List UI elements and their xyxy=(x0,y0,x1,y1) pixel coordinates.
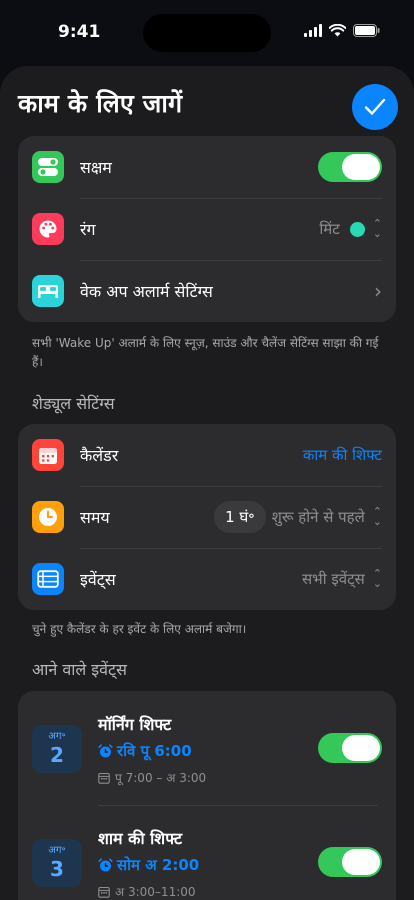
event-time: पू 7:00 – अ 3:00 xyxy=(98,769,206,786)
events-row[interactable]: इवेंट्स सभी इवेंट्स ⌃ ⌄ xyxy=(18,548,396,610)
general-settings-group: सक्षम रंग मिंट ⌃ ⌄ वेक अप अलार्म सेटिंग्स… xyxy=(18,136,396,322)
schedule-settings-group: कैलेंडर काम की शिफ्ट समय 1 घं॰ शुरू होने… xyxy=(18,424,396,610)
hours-offset-pill[interactable]: 1 घं॰ xyxy=(214,501,266,533)
battery-icon xyxy=(353,24,380,37)
color-value: मिंट ⌃ ⌄ xyxy=(319,217,382,240)
event-title: मॉर्निंग शिफ्ट xyxy=(98,715,172,734)
wakeup-footnote: सभी 'Wake Up' अलार्म के लिए स्नूज़, साउं… xyxy=(32,336,379,369)
event-alarm-text: रवि पू 6:00 xyxy=(117,742,192,760)
event-date-tile: अग॰ 3 xyxy=(32,839,82,887)
time-label: समय xyxy=(80,508,110,527)
done-button[interactable] xyxy=(352,84,398,130)
palette-icon xyxy=(32,213,64,245)
enabled-toggle[interactable] xyxy=(318,152,382,182)
chevron-right-icon: › xyxy=(374,279,382,303)
event-item[interactable]: अग॰ 2 मॉर्निंग शिफ्ट रवि पू 6:00 पू 7:00… xyxy=(18,691,396,805)
calendar-row[interactable]: कैलेंडर काम की शिफ्ट xyxy=(18,424,396,486)
event-time: अ 3:00–11:00 xyxy=(98,883,196,900)
calendar-icon xyxy=(32,439,64,471)
calendar-small-icon xyxy=(98,772,110,784)
sheet-title: काम के लिए जागें xyxy=(18,89,183,118)
status-bar: 9:41 xyxy=(0,0,414,64)
event-item[interactable]: अग॰ 3 शाम की शिफ्ट सोम अ 2:00 अ 3:00–11:… xyxy=(18,805,396,900)
events-value: सभी इवेंट्स ⌃ ⌄ xyxy=(302,567,382,590)
calendar-small-icon xyxy=(98,886,110,898)
status-icons xyxy=(304,24,380,37)
clock-icon xyxy=(32,501,64,533)
up-down-chevron-icon: ⌃ ⌄ xyxy=(372,567,382,590)
list-icon xyxy=(32,563,64,595)
upcoming-events-group: अग॰ 2 मॉर्निंग शिफ्ट रवि पू 6:00 पू 7:00… xyxy=(18,691,396,900)
color-value-text: मिंट xyxy=(319,220,340,238)
toggle-icon xyxy=(32,151,64,183)
wakeup-settings-row[interactable]: वेक अप अलार्म सेटिंग्स › xyxy=(18,260,396,322)
alarm-clock-icon xyxy=(98,743,113,757)
wakeup-settings-label: वेक अप अलार्म सेटिंग्स xyxy=(80,282,213,301)
event-title: शाम की शिफ्ट xyxy=(98,829,183,848)
calendar-value: काम की शिफ्ट xyxy=(302,446,382,464)
color-row[interactable]: रंग मिंट ⌃ ⌄ xyxy=(18,198,396,260)
up-down-chevron-icon: ⌃ ⌄ xyxy=(372,217,382,240)
color-label: रंग xyxy=(80,220,96,239)
event-time-text: अ 3:00–11:00 xyxy=(115,885,196,899)
dynamic-island xyxy=(143,14,271,52)
event-date-tile: अग॰ 2 xyxy=(32,725,82,773)
event-day: 2 xyxy=(50,743,64,767)
schedule-section-header: शेड्यूल सेटिंग्स xyxy=(32,394,115,413)
event-alarm: रवि पू 6:00 xyxy=(98,741,192,761)
enabled-row: सक्षम xyxy=(18,136,396,198)
time-value: 1 घं॰ शुरू होने से पहले ⌃ ⌄ xyxy=(214,501,382,533)
events-label: इवेंट्स xyxy=(80,570,116,589)
event-alarm-text: सोम अ 2:00 xyxy=(117,856,200,874)
events-value-text: सभी इवेंट्स xyxy=(302,570,365,588)
alarm-settings-sheet: काम के लिए जागें सक्षम रंग मिंट ⌃ ⌄ वेक … xyxy=(0,66,414,900)
enabled-label: सक्षम xyxy=(80,158,112,177)
status-time: 9:41 xyxy=(58,22,101,42)
calendar-label: कैलेंडर xyxy=(80,446,119,465)
event-toggle[interactable] xyxy=(318,733,382,763)
bed-icon xyxy=(32,275,64,307)
color-swatch xyxy=(349,221,365,237)
time-row[interactable]: समय 1 घं॰ शुरू होने से पहले ⌃ ⌄ xyxy=(18,486,396,548)
event-day: 3 xyxy=(50,857,64,881)
upcoming-section-header: आने वाले इवेंट्स xyxy=(32,660,127,679)
schedule-footnote: चुने हुए कैलेंडर के हर इवेंट के लिए अलार… xyxy=(32,622,247,636)
signal-icon xyxy=(304,24,322,37)
event-month: अग॰ xyxy=(48,845,66,856)
time-value-text: शुरू होने से पहले xyxy=(271,508,365,526)
up-down-chevron-icon: ⌃ ⌄ xyxy=(372,505,382,528)
event-alarm: सोम अ 2:00 xyxy=(98,855,199,875)
wifi-icon xyxy=(329,24,346,37)
alarm-clock-icon xyxy=(98,857,113,871)
event-time-text: पू 7:00 – अ 3:00 xyxy=(115,771,207,785)
event-month: अग॰ xyxy=(48,731,66,742)
checkmark-icon xyxy=(364,98,386,115)
event-toggle[interactable] xyxy=(318,847,382,877)
